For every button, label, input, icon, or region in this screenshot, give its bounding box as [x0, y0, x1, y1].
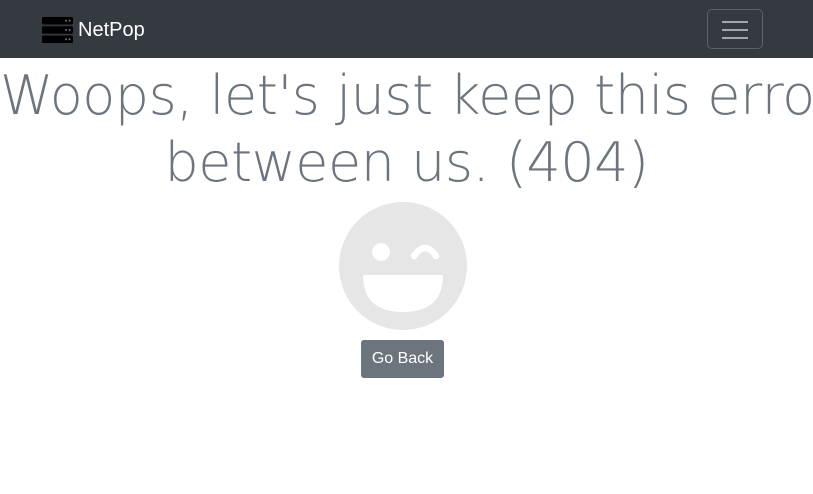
go-back-button[interactable]: Go Back — [361, 340, 444, 378]
error-headline: Woops, let's just keep this error betwee… — [0, 62, 813, 196]
error-headline-line-1: Woops, let's just keep this error — [0, 64, 813, 127]
winking-face-icon — [339, 202, 467, 330]
error-headline-line-2: between us. (404) — [164, 131, 649, 194]
hamburger-icon — [722, 21, 748, 39]
brand-name: NetPop — [78, 19, 145, 41]
navbar-toggle-button[interactable] — [707, 9, 763, 49]
brand-link[interactable]: NetPop — [42, 16, 145, 44]
server-icon — [42, 17, 73, 43]
top-navbar: NetPop — [0, 0, 813, 58]
